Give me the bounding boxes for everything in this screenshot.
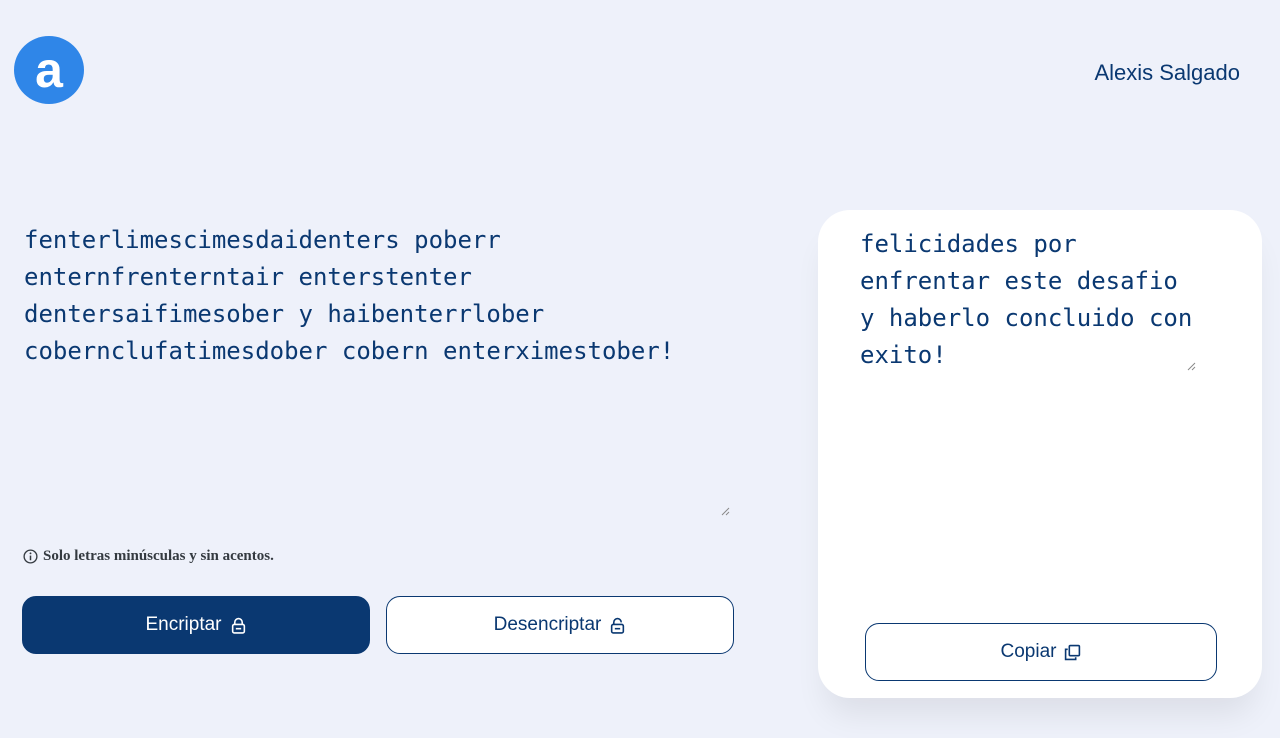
resize-grip-icon[interactable] (720, 506, 730, 516)
hint-message: Solo letras minúsculas y sin acentos. (23, 548, 274, 565)
info-icon (23, 549, 38, 564)
lock-icon (231, 617, 245, 634)
copy-button[interactable]: Copiar (865, 623, 1217, 681)
author-name: Alexis Salgado (1094, 60, 1240, 85)
unlock-icon (611, 617, 625, 634)
input-textarea[interactable]: fenterlimescimesdaidenters poberr entern… (24, 222, 734, 520)
logo-icon: a (14, 36, 84, 104)
decrypt-button[interactable]: Desencriptar (386, 596, 734, 654)
logo-letter: a (35, 42, 64, 98)
encrypt-button-label: Encriptar (145, 614, 222, 635)
decrypt-button-label: Desencriptar (493, 614, 602, 635)
encrypt-button[interactable]: Encriptar (22, 596, 370, 654)
copy-icon (1065, 644, 1081, 660)
hint-text: Solo letras minúsculas y sin acentos. (43, 548, 274, 564)
copy-button-label: Copiar (1000, 641, 1057, 662)
output-resize-grip-icon[interactable] (1186, 361, 1196, 371)
output-textarea[interactable]: felicidades por enfrentar este desafio y… (860, 226, 1200, 376)
output-panel: felicidades por enfrentar este desafio y… (818, 210, 1262, 698)
logo: a (13, 35, 85, 105)
